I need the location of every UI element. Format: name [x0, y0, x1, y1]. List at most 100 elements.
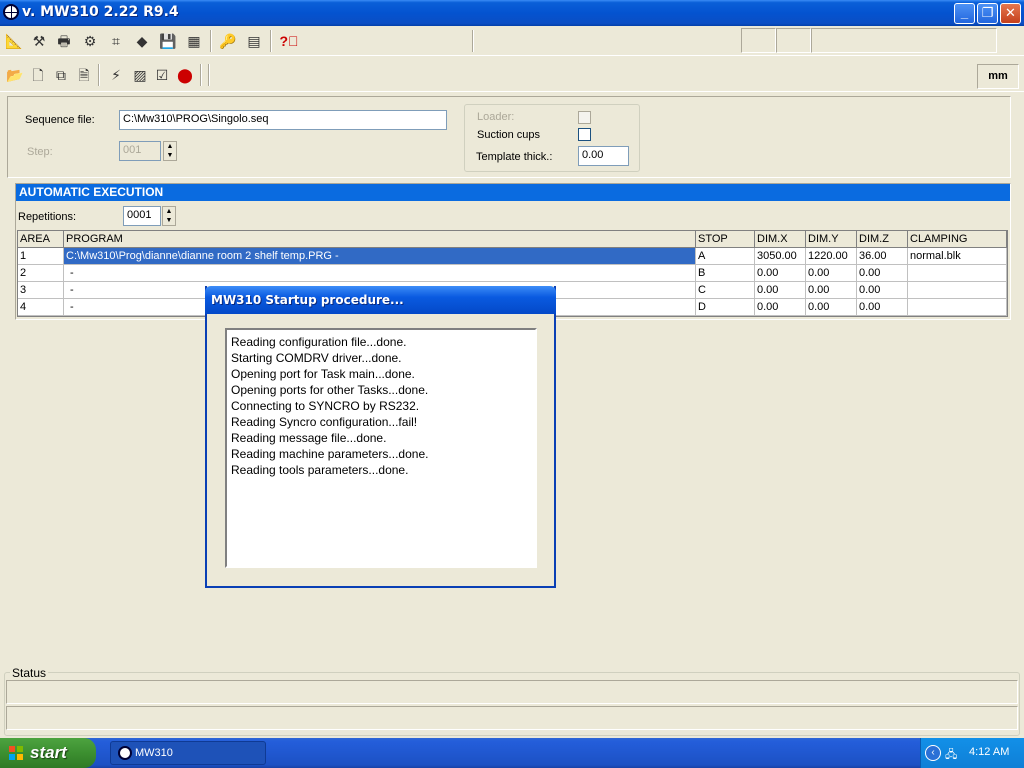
toolbar-separator	[270, 30, 272, 52]
copy-icon[interactable]: ⧉	[51, 65, 71, 85]
startup-dialog[interactable]: MW310 Startup procedure... Reading confi…	[205, 286, 556, 588]
minimize-button[interactable]: _	[954, 3, 975, 24]
table-cell-dim-z[interactable]: 0.00	[857, 265, 908, 282]
table-cell-program[interactable]: -	[64, 265, 696, 282]
log-line: Reading Syncro configuration...fail!	[231, 415, 418, 429]
log-line: Reading machine parameters...done.	[231, 447, 429, 461]
column-header-dim-x[interactable]: DIM.X	[755, 231, 806, 248]
log-line: Reading tools parameters...done.	[231, 463, 409, 477]
column-header-stop[interactable]: STOP	[696, 231, 755, 248]
column-header-area[interactable]: AREA	[18, 231, 64, 248]
table-cell-area[interactable]: 1	[18, 248, 64, 265]
hatch-icon[interactable]: ▨	[130, 65, 150, 85]
toolbar-separator	[200, 64, 202, 86]
log-line: Connecting to SYNCRO by RS232.	[231, 399, 420, 413]
title-bar[interactable]: v. MW310 2.22 R9.4 _ ❐ ✕	[0, 0, 1024, 26]
close-button[interactable]: ✕	[1000, 3, 1021, 24]
table-cell-dim-x[interactable]: 0.00	[755, 299, 806, 316]
system-tray: ‹ 🖧 4:12 AM	[920, 738, 1024, 768]
toolbar-separator	[208, 64, 210, 86]
log-line: Reading configuration file...done.	[231, 335, 407, 349]
ruler-icon[interactable]: 📐	[4, 31, 24, 51]
taskbar: start MW310 ‹ 🖧 4:12 AM	[0, 738, 1024, 768]
machine-icon[interactable]: ⚙	[80, 31, 100, 51]
table-cell-area[interactable]: 4	[18, 299, 64, 316]
table-cell-dim-x[interactable]: 0.00	[755, 265, 806, 282]
table-cell-clamping[interactable]	[908, 265, 1007, 282]
network-icon[interactable]: 🖧	[945, 746, 957, 765]
table-cell-dim-x[interactable]: 3050.00	[755, 248, 806, 265]
step-spinner[interactable]: ▲ ▼	[163, 141, 177, 161]
new-file-icon[interactable]: 🗋	[28, 65, 48, 85]
clock[interactable]: 4:12 AM	[969, 746, 1009, 758]
dialog-title[interactable]: MW310 Startup procedure...	[205, 286, 556, 314]
tool-icon[interactable]: ⚒	[29, 31, 49, 51]
column-header-clamping[interactable]: CLAMPING	[908, 231, 1007, 248]
run-icon[interactable]: ⚡	[106, 65, 126, 85]
suction-cups-checkbox[interactable]	[578, 128, 591, 141]
table-cell-stop[interactable]: B	[696, 265, 755, 282]
step-label: Step:	[27, 146, 53, 158]
log-line: Opening ports for other Tasks...done.	[231, 383, 429, 397]
table-cell-dim-x[interactable]: 0.00	[755, 282, 806, 299]
file-toolbar: 📂 🗋 ⧉ 🗎 ⚡ ▨ ☑ ⬤ mm	[0, 60, 1024, 92]
template-thick-label: Template thick.:	[476, 151, 553, 163]
chip-icon[interactable]: ◆	[132, 31, 152, 51]
dxf-icon[interactable]: ▦	[184, 31, 204, 51]
table-cell-dim-z[interactable]: 0.00	[857, 299, 908, 316]
table-cell-area[interactable]: 2	[18, 265, 64, 282]
toolbar-separator	[472, 30, 474, 52]
loader-checkbox[interactable]	[578, 111, 591, 124]
loader-label: Loader:	[477, 111, 515, 123]
table-cell-dim-y[interactable]: 0.00	[806, 282, 857, 299]
unit-indicator: mm	[977, 64, 1019, 89]
windows-logo-icon	[9, 746, 23, 760]
table-cell-area[interactable]: 3	[18, 282, 64, 299]
printer-icon[interactable]: 🖶	[54, 31, 74, 51]
main-toolbar: 📐 ⚒ 🖶 ⚙ ⌗ ◆ 💾 ▦ 🔑 ▤ ?⃞	[0, 26, 1024, 56]
save-icon[interactable]: 💾	[158, 31, 178, 51]
table-cell-stop[interactable]: A	[696, 248, 755, 265]
key-icon[interactable]: 🔑	[218, 31, 238, 51]
table-cell-clamping[interactable]: normal.blk	[908, 248, 1007, 265]
app-icon	[118, 746, 132, 760]
table-cell-dim-y[interactable]: 0.00	[806, 299, 857, 316]
page-icon[interactable]: 🗎	[74, 65, 94, 85]
table-cell-dim-y[interactable]: 0.00	[806, 265, 857, 282]
help-icon[interactable]: ?⃞	[279, 31, 299, 51]
restore-button[interactable]: ❐	[977, 3, 998, 24]
window-title: v. MW310 2.22 R9.4	[22, 4, 179, 20]
sequence-file-label: Sequence file:	[25, 114, 95, 126]
toolbar-field	[741, 28, 776, 53]
template-thick-input[interactable]: 0.00	[578, 146, 629, 166]
document-icon[interactable]: ▤	[244, 31, 264, 51]
table-cell-clamping[interactable]	[908, 299, 1007, 316]
stop-icon[interactable]: ⬤	[175, 65, 195, 85]
column-header-program[interactable]: PROGRAM	[64, 231, 696, 248]
column-header-dim-y[interactable]: DIM.Y	[806, 231, 857, 248]
column-header-dim-z[interactable]: DIM.Z	[857, 231, 908, 248]
taskbar-item-label: MW310	[135, 747, 173, 759]
repetitions-spinner[interactable]: ▲ ▼	[162, 206, 176, 226]
table-cell-dim-z[interactable]: 0.00	[857, 282, 908, 299]
start-button[interactable]: start	[0, 738, 96, 768]
toolbar-field	[811, 28, 997, 53]
table-cell-program[interactable]: C:\Mw310\Prog\dianne\dianne room 2 shelf…	[64, 248, 696, 265]
sequence-file-input[interactable]: C:\Mw310\PROG\Singolo.seq	[119, 110, 447, 130]
app-icon[interactable]	[3, 4, 19, 20]
status-label: Status	[10, 666, 49, 680]
table-cell-dim-y[interactable]: 1220.00	[806, 248, 857, 265]
step-input[interactable]: 001	[119, 141, 161, 161]
open-folder-icon[interactable]: 📂	[5, 65, 25, 85]
setup-icon[interactable]: ⌗	[106, 31, 126, 51]
show-hidden-icons-icon[interactable]: ‹	[925, 745, 941, 761]
checklist-icon[interactable]: ☑	[152, 65, 172, 85]
startup-log: Reading configuration file...done. Start…	[225, 328, 537, 568]
table-cell-dim-z[interactable]: 36.00	[857, 248, 908, 265]
taskbar-item-mw310[interactable]: MW310	[110, 741, 266, 765]
log-line: Starting COMDRV driver...done.	[231, 351, 402, 365]
repetitions-input[interactable]: 0001	[123, 206, 161, 226]
table-cell-clamping[interactable]	[908, 282, 1007, 299]
table-cell-stop[interactable]: D	[696, 299, 755, 316]
table-cell-stop[interactable]: C	[696, 282, 755, 299]
